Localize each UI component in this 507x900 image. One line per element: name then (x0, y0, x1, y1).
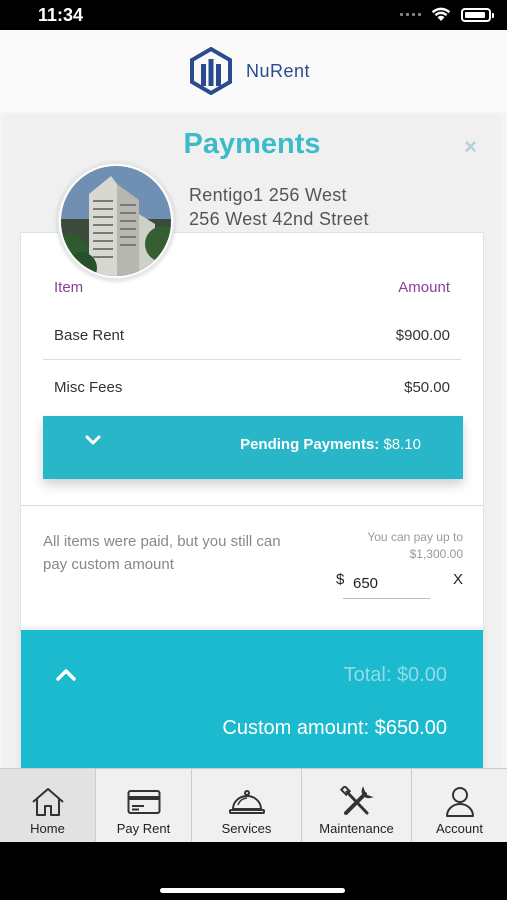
chevron-down-icon (85, 435, 101, 445)
home-icon (31, 786, 65, 818)
status-time: 11:34 (38, 5, 84, 25)
wifi-icon (431, 7, 451, 22)
tab-label: Pay Rent (116, 821, 171, 836)
row-label: Base Rent (54, 327, 125, 344)
pending-label: Pending Payments: (240, 436, 380, 453)
column-header-item: Item (54, 279, 84, 296)
row-amount: $50.00 (404, 379, 450, 396)
table-row: Base Rent $900.00 (43, 313, 461, 360)
tab-maintenance[interactable]: Maintenance (302, 769, 412, 843)
property-address: 256 West 42nd Street (189, 209, 369, 229)
tab-label: Maintenance (319, 821, 394, 836)
table-row: Misc Fees $50.00 (43, 365, 461, 411)
signal-icon (400, 13, 421, 16)
pending-payments-button[interactable]: Pending Payments: $8.10 (43, 416, 463, 479)
tab-label: Home (30, 821, 65, 836)
custom-amount-total: Custom amount: $650.00 (222, 717, 447, 739)
bottom-tab-bar: Home Pay Rent Services Maintenance Accou… (0, 768, 507, 843)
pay-limit-label: You can pay up to (367, 530, 463, 544)
status-bar: 11:34 (0, 0, 507, 30)
pending-payments-text: Pending Payments: $8.10 (240, 436, 421, 453)
payment-details-card: Item Amount Base Rent $900.00 Misc Fees … (20, 232, 484, 632)
property-photo (57, 162, 175, 280)
status-icons (400, 7, 494, 22)
chevron-up-icon[interactable] (55, 668, 77, 682)
totals-bar: Total: $0.00 Custom amount: $650.00 (21, 630, 483, 770)
tab-label: Services (221, 821, 272, 836)
nurent-logo-icon (190, 47, 232, 95)
credit-card-icon (127, 786, 161, 818)
brand-logo: NuRent (190, 47, 310, 95)
divider (21, 505, 483, 506)
property-name: Rentigo1 256 West (189, 185, 347, 205)
pay-limit-value: $1,300.00 (409, 547, 463, 561)
row-amount: $900.00 (395, 327, 450, 344)
battery-icon (461, 7, 494, 22)
tab-pay-rent[interactable]: Pay Rent (96, 769, 192, 843)
app-name: NuRent (246, 60, 311, 81)
pending-amount: $8.10 (383, 436, 421, 453)
app-screen: 11:34 NuRent Payments × Item Amount Base… (0, 0, 507, 900)
pay-limit: You can pay up to $1,300.00 (367, 529, 463, 563)
app-header: NuRent (0, 30, 507, 112)
tab-label: Account (436, 821, 483, 836)
clear-amount-button[interactable]: X (453, 571, 463, 588)
custom-amount-input[interactable] (343, 569, 430, 599)
row-label: Misc Fees (54, 379, 123, 396)
total-amount: Total: $0.00 (343, 664, 447, 686)
tab-services[interactable]: Services (192, 769, 302, 843)
custom-amount-note: All items were paid, but you still can p… (43, 533, 281, 573)
home-indicator[interactable] (160, 888, 345, 893)
user-icon (445, 786, 475, 818)
close-icon[interactable]: × (464, 134, 477, 160)
tools-icon (339, 786, 375, 818)
tab-home[interactable]: Home (0, 769, 96, 843)
tab-account[interactable]: Account (412, 769, 507, 843)
service-bell-icon (228, 786, 265, 818)
column-header-amount: Amount (398, 279, 450, 296)
page-title: Payments (183, 128, 321, 160)
